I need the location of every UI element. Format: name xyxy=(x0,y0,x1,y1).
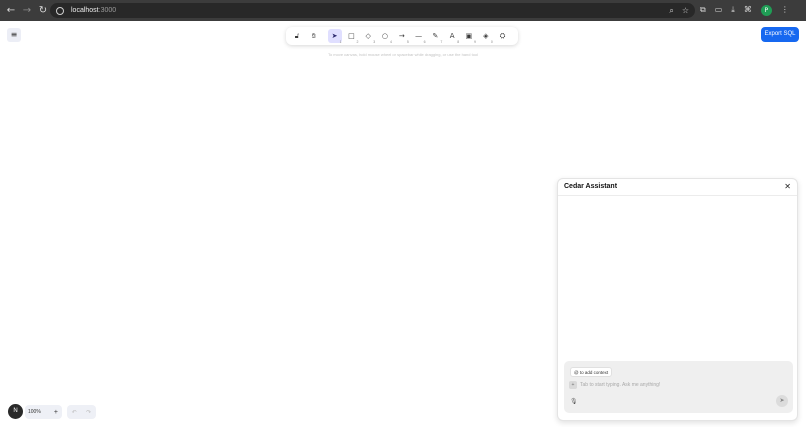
chat-composer: @ to add context + 🎙︎ ➤ xyxy=(564,361,793,413)
tool-shortcut-key: 5 xyxy=(406,40,409,44)
hamburger-menu-button[interactable]: ≡ xyxy=(7,28,21,42)
browser-menu-icon[interactable]: ⋮ xyxy=(781,4,789,16)
bookmark-star-icon[interactable]: ☆ xyxy=(682,5,689,16)
tool-shortcut-key: 6 xyxy=(423,40,426,44)
cast-icon[interactable]: ▭ xyxy=(715,4,723,16)
assistant-title: Cedar Assistant xyxy=(564,183,618,190)
back-button[interactable]: ← xyxy=(4,4,18,18)
canvas-hint: To move canvas, hold mouse wheel or spac… xyxy=(327,52,479,57)
add-context-chip[interactable]: @ to add context xyxy=(570,367,613,377)
tool-shortcut-key: 3 xyxy=(373,40,376,44)
profile-avatar[interactable]: P xyxy=(760,4,772,16)
tool-ellipse-button[interactable]: ○ 4 xyxy=(378,29,392,44)
reload-button[interactable]: ↻ xyxy=(36,4,50,18)
zoom-in-button[interactable]: + xyxy=(54,409,58,416)
devtools-icon[interactable]: ⌘ xyxy=(744,4,752,16)
chat-input[interactable] xyxy=(580,381,780,389)
url-port: :3000 xyxy=(98,7,117,14)
address-bar[interactable]: localhost:3000 ⌕ ☆ xyxy=(50,3,695,18)
microphone-icon[interactable]: 🎙︎ xyxy=(570,398,578,405)
tool-line-button[interactable]: —6 xyxy=(412,29,426,44)
arrow-icon: → xyxy=(398,32,405,40)
undo-redo-group: ↶ ↷ xyxy=(67,405,96,419)
tool-eraser-button[interactable]: ◈ 0 xyxy=(479,29,493,44)
tool-library-button[interactable]: ⛭ xyxy=(496,29,510,43)
forward-button[interactable]: → xyxy=(20,4,34,18)
zoom-reset-button[interactable]: 100% xyxy=(28,409,41,415)
tool-rectangle-button[interactable]: □ 2 xyxy=(344,29,359,44)
site-info-icon[interactable] xyxy=(56,6,64,15)
zoom-icon[interactable]: ⌕ xyxy=(669,5,673,16)
add-attachment-icon[interactable]: + xyxy=(569,381,577,389)
ellipse-icon: ○ xyxy=(381,32,389,40)
download-icon[interactable]: ⤓ xyxy=(731,4,735,16)
pencil-icon: ✎ xyxy=(432,32,439,40)
tool-shortcut-key: 9 xyxy=(474,40,476,44)
tool-image-button[interactable]: ▣ 9 xyxy=(462,29,476,44)
browser-toolbar: ← → ↻ localhost:3000 ⌕ ☆ ⧉ ▭ ⤓ ⌘ P ⋮ xyxy=(0,0,806,21)
tool-hand-button[interactable]: ✋︎ xyxy=(307,29,321,43)
export-sql-button[interactable]: Export SQL xyxy=(761,27,799,42)
selection-icon: ➤ xyxy=(331,32,338,40)
tool-pencil-button[interactable]: ✎ 7 xyxy=(428,29,443,44)
extensions-icon[interactable]: ⧉ xyxy=(700,4,706,16)
drawing-toolbar: 🔓︎ ✋︎ ➤ 1 □ 2 ◇ 3 ○ 4 → 5—6 ✎ 7 A 8 ▣ 9 ◈ 0 ⛭ xyxy=(286,27,518,45)
url-host: localhost xyxy=(71,7,99,14)
tool-arrow-button[interactable]: → 5 xyxy=(395,29,409,44)
eraser-icon: ◈ xyxy=(483,32,489,40)
tool-shortcut-key: 4 xyxy=(390,40,392,44)
tool-selection-button[interactable]: ➤ 1 xyxy=(327,29,342,44)
send-button[interactable]: ➤ xyxy=(776,395,788,407)
line-icon: — xyxy=(415,32,423,40)
user-avatar[interactable]: N xyxy=(8,404,23,419)
tool-shortcut-key: 1 xyxy=(339,40,342,44)
zoom-control: 100% + xyxy=(25,405,62,419)
assistant-header: Cedar Assistant ✕ xyxy=(558,179,797,196)
tool-text-button[interactable]: A8 xyxy=(445,29,460,44)
close-icon[interactable]: ✕ xyxy=(784,182,791,191)
undo-icon[interactable]: ↶ xyxy=(72,409,77,416)
rectangle-icon: □ xyxy=(348,32,355,40)
tool-shortcut-key: 7 xyxy=(440,40,443,44)
hand-icon: ✋︎ xyxy=(311,32,316,40)
diamond-icon: ◇ xyxy=(365,32,371,40)
tool-shortcut-key: 2 xyxy=(356,40,359,44)
image-icon: ▣ xyxy=(465,32,473,40)
lock-icon: 🔓︎ xyxy=(294,32,300,40)
tool-lock-button[interactable]: 🔓︎ xyxy=(290,29,304,43)
text-icon: A xyxy=(449,32,455,40)
tool-shortcut-key: 0 xyxy=(490,40,493,44)
app-root: ← → ↻ localhost:3000 ⌕ ☆ ⧉ ▭ ⤓ ⌘ P ⋮ ≡ 🔓… xyxy=(0,0,806,427)
tool-diamond-button[interactable]: ◇ 3 xyxy=(361,29,376,44)
redo-icon[interactable]: ↷ xyxy=(86,409,91,416)
library-icon: ⛭ xyxy=(499,32,506,40)
assistant-panel: Cedar Assistant ✕ @ to add context + 🎙︎ … xyxy=(557,178,798,421)
tool-shortcut-key: 8 xyxy=(457,40,460,44)
